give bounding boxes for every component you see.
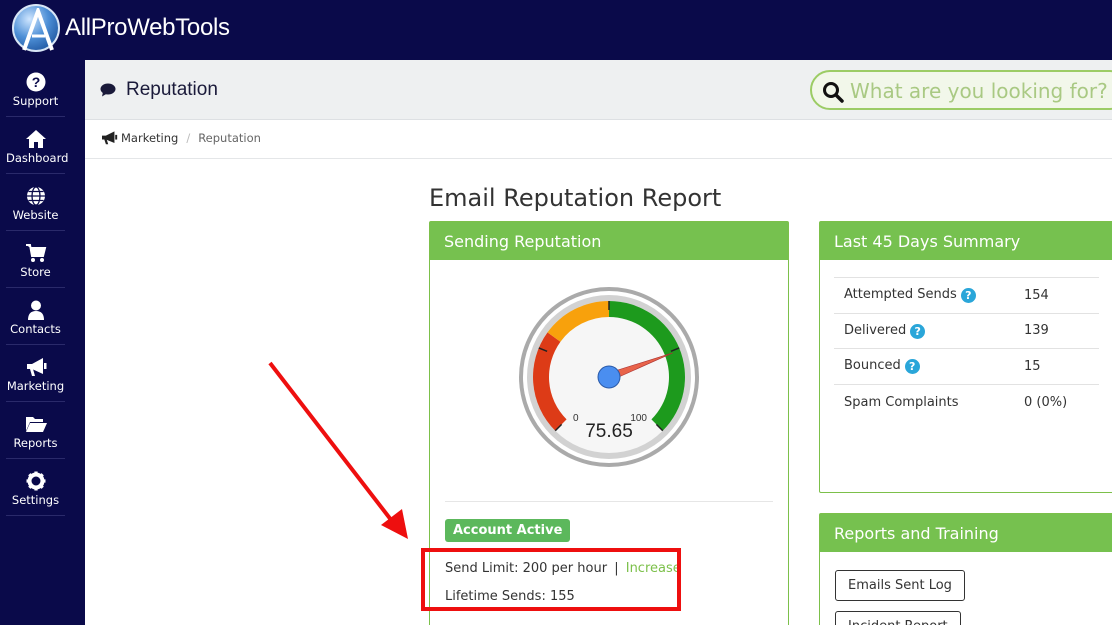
page-title: Reputation (126, 79, 218, 100)
summary-value: 0 (0%) (1024, 383, 1099, 420)
page-header: Reputation (85, 60, 1112, 120)
top-bar: AllProWebTools (0, 0, 1112, 60)
panel-divider (445, 501, 773, 502)
status-badge: Account Active (445, 519, 571, 542)
breadcrumb-current: Reputation (198, 131, 261, 145)
sidebar-item-label: Contacts (10, 322, 61, 336)
sidebar-item-label: Support (12, 94, 59, 108)
summary-label-cell: Spam Complaints (834, 383, 1024, 420)
summary-table: Attempted Sends? 154 Delivered? 139 Boun… (834, 277, 1099, 420)
globe-icon (26, 186, 45, 206)
summary-panel: Last 45 Days Summary Attempted Sends? 15… (819, 221, 1112, 493)
question-circle-icon: ? (26, 72, 45, 92)
sidebar-item-reports[interactable]: Reports (6, 402, 65, 459)
sidebar-item-website[interactable]: Website (6, 174, 65, 231)
search-input[interactable] (850, 78, 1112, 104)
app-logo[interactable]: AllProWebTools (12, 4, 230, 52)
megaphone-icon (26, 358, 46, 376)
summary-value: 139 (1024, 312, 1099, 349)
panel-title: Sending Reputation (430, 222, 788, 260)
reputation-gauge: 0 100 75.65 (519, 287, 699, 467)
sidebar-item-label: Settings (11, 493, 60, 507)
gauge-max-label: 100 (630, 413, 647, 424)
home-icon (25, 130, 46, 148)
table-row: Delivered? 139 (834, 312, 1099, 349)
logo-globe-icon (12, 4, 60, 52)
sidebar-nav: ? Support Dashboard Website Store Contac… (0, 60, 85, 625)
table-row: Bounced? 15 (834, 348, 1099, 384)
breadcrumb-marketing-link[interactable]: Marketing (121, 131, 178, 145)
panel-title: Last 45 Days Summary (820, 222, 1112, 260)
sidebar-item-contacts[interactable]: Contacts (6, 288, 65, 345)
sidebar-item-label: Store (20, 265, 51, 279)
summary-label: Spam Complaints (844, 394, 959, 410)
folder-open-icon (25, 417, 47, 432)
sidebar-item-label: Website (12, 208, 59, 222)
panel-title: Reports and Training (820, 514, 1112, 552)
summary-label: Delivered (844, 322, 907, 338)
sidebar-item-store[interactable]: Store (6, 231, 65, 288)
sidebar-item-support[interactable]: ? Support (6, 60, 65, 117)
breadcrumb-separator: / (186, 131, 191, 145)
gauge-min-label: 0 (573, 413, 579, 424)
emails-sent-log-button[interactable]: Emails Sent Log (835, 570, 965, 601)
report-title: Email Reputation Report (429, 184, 722, 212)
summary-label-cell: Attempted Sends? (834, 277, 1024, 313)
summary-value: 154 (1024, 277, 1099, 313)
sidebar-item-label: Reports (13, 436, 58, 450)
sidebar-item-settings[interactable]: Settings (6, 459, 65, 516)
sidebar-item-dashboard[interactable]: Dashboard (6, 117, 69, 174)
user-icon (27, 300, 44, 320)
annotation-highlight-box (421, 548, 681, 611)
sidebar-item-label: Marketing (6, 379, 65, 393)
summary-label: Attempted Sends (844, 287, 957, 303)
help-icon[interactable]: ? (904, 359, 920, 375)
sidebar-item-marketing[interactable]: Marketing (6, 345, 65, 402)
summary-label-cell: Bounced? (834, 348, 1024, 384)
gauge-value-label: 75.65 (585, 421, 633, 442)
svg-text:?: ? (31, 74, 40, 90)
table-row: Spam Complaints 0 (0%) (834, 383, 1099, 420)
breadcrumb: Marketing / Reputation (100, 131, 261, 145)
header-divider (85, 158, 1112, 159)
sidebar-item-label: Dashboard (6, 151, 69, 165)
search-box[interactable] (810, 70, 1112, 110)
incident-report-button[interactable]: Incident Report (835, 611, 961, 625)
summary-value: 15 (1024, 348, 1099, 384)
search-icon (823, 82, 844, 103)
megaphone-icon (102, 131, 118, 145)
help-icon[interactable]: ? (910, 323, 926, 339)
table-row: Attempted Sends? 154 (834, 277, 1099, 313)
help-icon[interactable]: ? (960, 288, 976, 304)
gear-icon (26, 471, 45, 491)
summary-label-cell: Delivered? (834, 312, 1024, 349)
app-name: AllProWebTools (65, 14, 230, 41)
summary-label: Bounced (844, 358, 901, 374)
comment-icon (100, 83, 116, 97)
annotation-arrow-icon (268, 361, 408, 539)
reports-training-panel: Reports and Training Emails Sent Log Inc… (819, 513, 1112, 625)
cart-icon (25, 244, 46, 262)
